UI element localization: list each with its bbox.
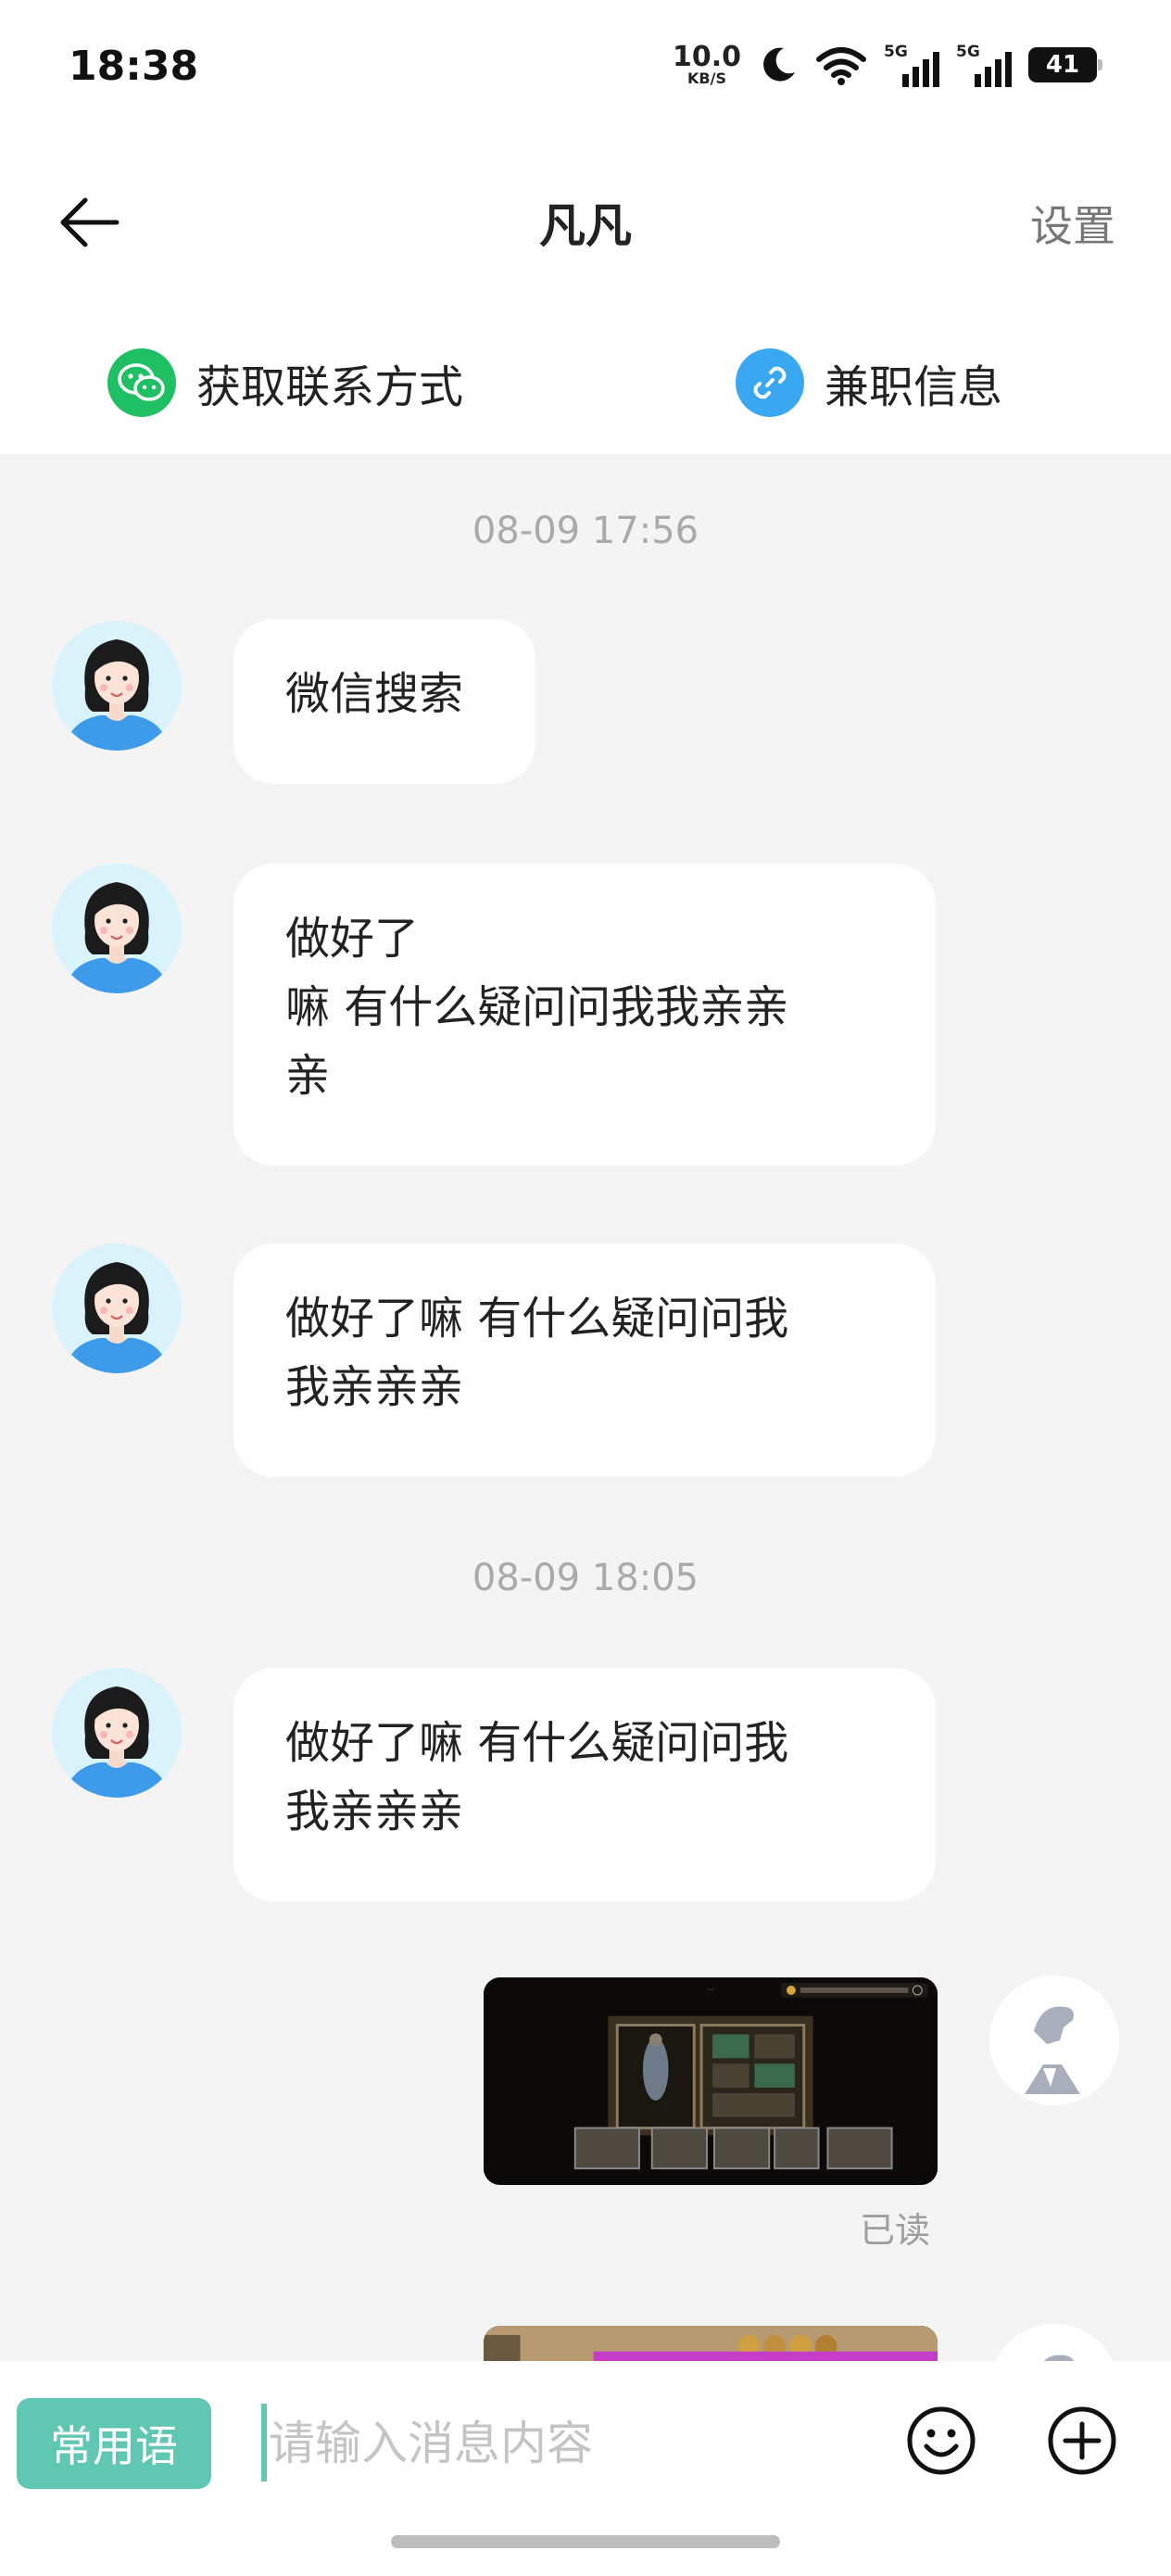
home-indicator[interactable] [391,2535,780,2548]
job-info-label: 兼职信息 [825,361,1003,413]
wifi-icon [816,47,866,85]
message-timestamp: 08-09 18:05 [472,1557,699,1599]
message-text: 嘛 有什么疑问问我我亲亲 [285,981,789,1033]
signal-5g-icon: 5G [884,43,939,87]
get-contact-label: 获取联系方式 [196,361,464,413]
message-text: 我亲亲亲 [285,1786,464,1837]
message-text: 做好了嘛 有什么疑问问我 [285,1293,789,1345]
page-title: 凡凡 [539,199,632,253]
contact-avatar[interactable] [52,864,182,993]
message-bubble[interactable]: 微信搜索 [233,619,535,784]
battery-level: 41 [1045,51,1080,79]
chat-header: 凡凡 设置 [0,139,1171,306]
read-receipt: 已读 [860,2210,931,2251]
link-icon [736,348,804,417]
net-speed-unit: KB/S [687,69,726,87]
plus-circle-icon[interactable] [1045,2404,1119,2478]
contact-avatar[interactable] [52,621,182,751]
message-bubble[interactable]: 做好了嘛 有什么疑问问我 我亲亲亲 [233,1668,936,1901]
settings-button[interactable]: 设置 [1030,193,1115,254]
chat-messages[interactable]: 08-09 17:56 微信搜索 做好了 嘛 有什么疑问问我我亲亲 亲 做好了嘛… [0,454,1171,2361]
quick-actions-bar: 获取联系方式 兼职信息 [0,306,1171,454]
moon-icon [763,47,795,82]
status-icons: 10.0 KB/S 5G 5G 41 [673,37,1102,93]
image-message[interactable] [484,1977,938,2185]
common-phrases-button[interactable]: 常用语 [17,2398,211,2489]
message-text: 微信搜索 [285,668,464,720]
signal-5g-icon: 5G [956,43,1012,87]
message-text: 亲 [285,1050,331,1102]
my-avatar[interactable] [989,2324,1119,2361]
message-bubble[interactable]: 做好了 嘛 有什么疑问问我我亲亲 亲 [233,864,936,1166]
net-speed-value: 10.0 [672,41,741,73]
contact-avatar[interactable] [52,1244,182,1373]
status-bar: 18:38 10.0 KB/S 5G 5G 41 [0,0,1171,139]
net-speed-indicator: 10.0 KB/S [673,44,741,86]
signal-bars [902,52,939,87]
battery-icon: 41 [1028,47,1102,82]
image-message[interactable] [484,2326,938,2361]
message-input[interactable] [269,2402,862,2485]
wechat-icon [107,348,176,417]
status-time: 18:38 [69,43,199,90]
emoji-icon[interactable] [904,2404,978,2478]
get-contact-button[interactable]: 获取联系方式 [107,348,463,417]
message-timestamp: 08-09 17:56 [472,510,699,552]
message-text: 做好了 [285,913,420,965]
signal-bars [975,52,1012,87]
message-text: 我亲亲亲 [285,1361,464,1413]
job-info-button[interactable]: 兼职信息 [736,348,1002,417]
message-bubble[interactable]: 做好了嘛 有什么疑问问我 我亲亲亲 [233,1244,936,1477]
text-cursor [261,2404,267,2481]
contact-avatar[interactable] [52,1668,182,1798]
message-input-bar: 常用语 [0,2361,1171,2576]
my-avatar[interactable] [989,1976,1119,2105]
message-text: 做好了嘛 有什么疑问问我 [285,1717,789,1769]
